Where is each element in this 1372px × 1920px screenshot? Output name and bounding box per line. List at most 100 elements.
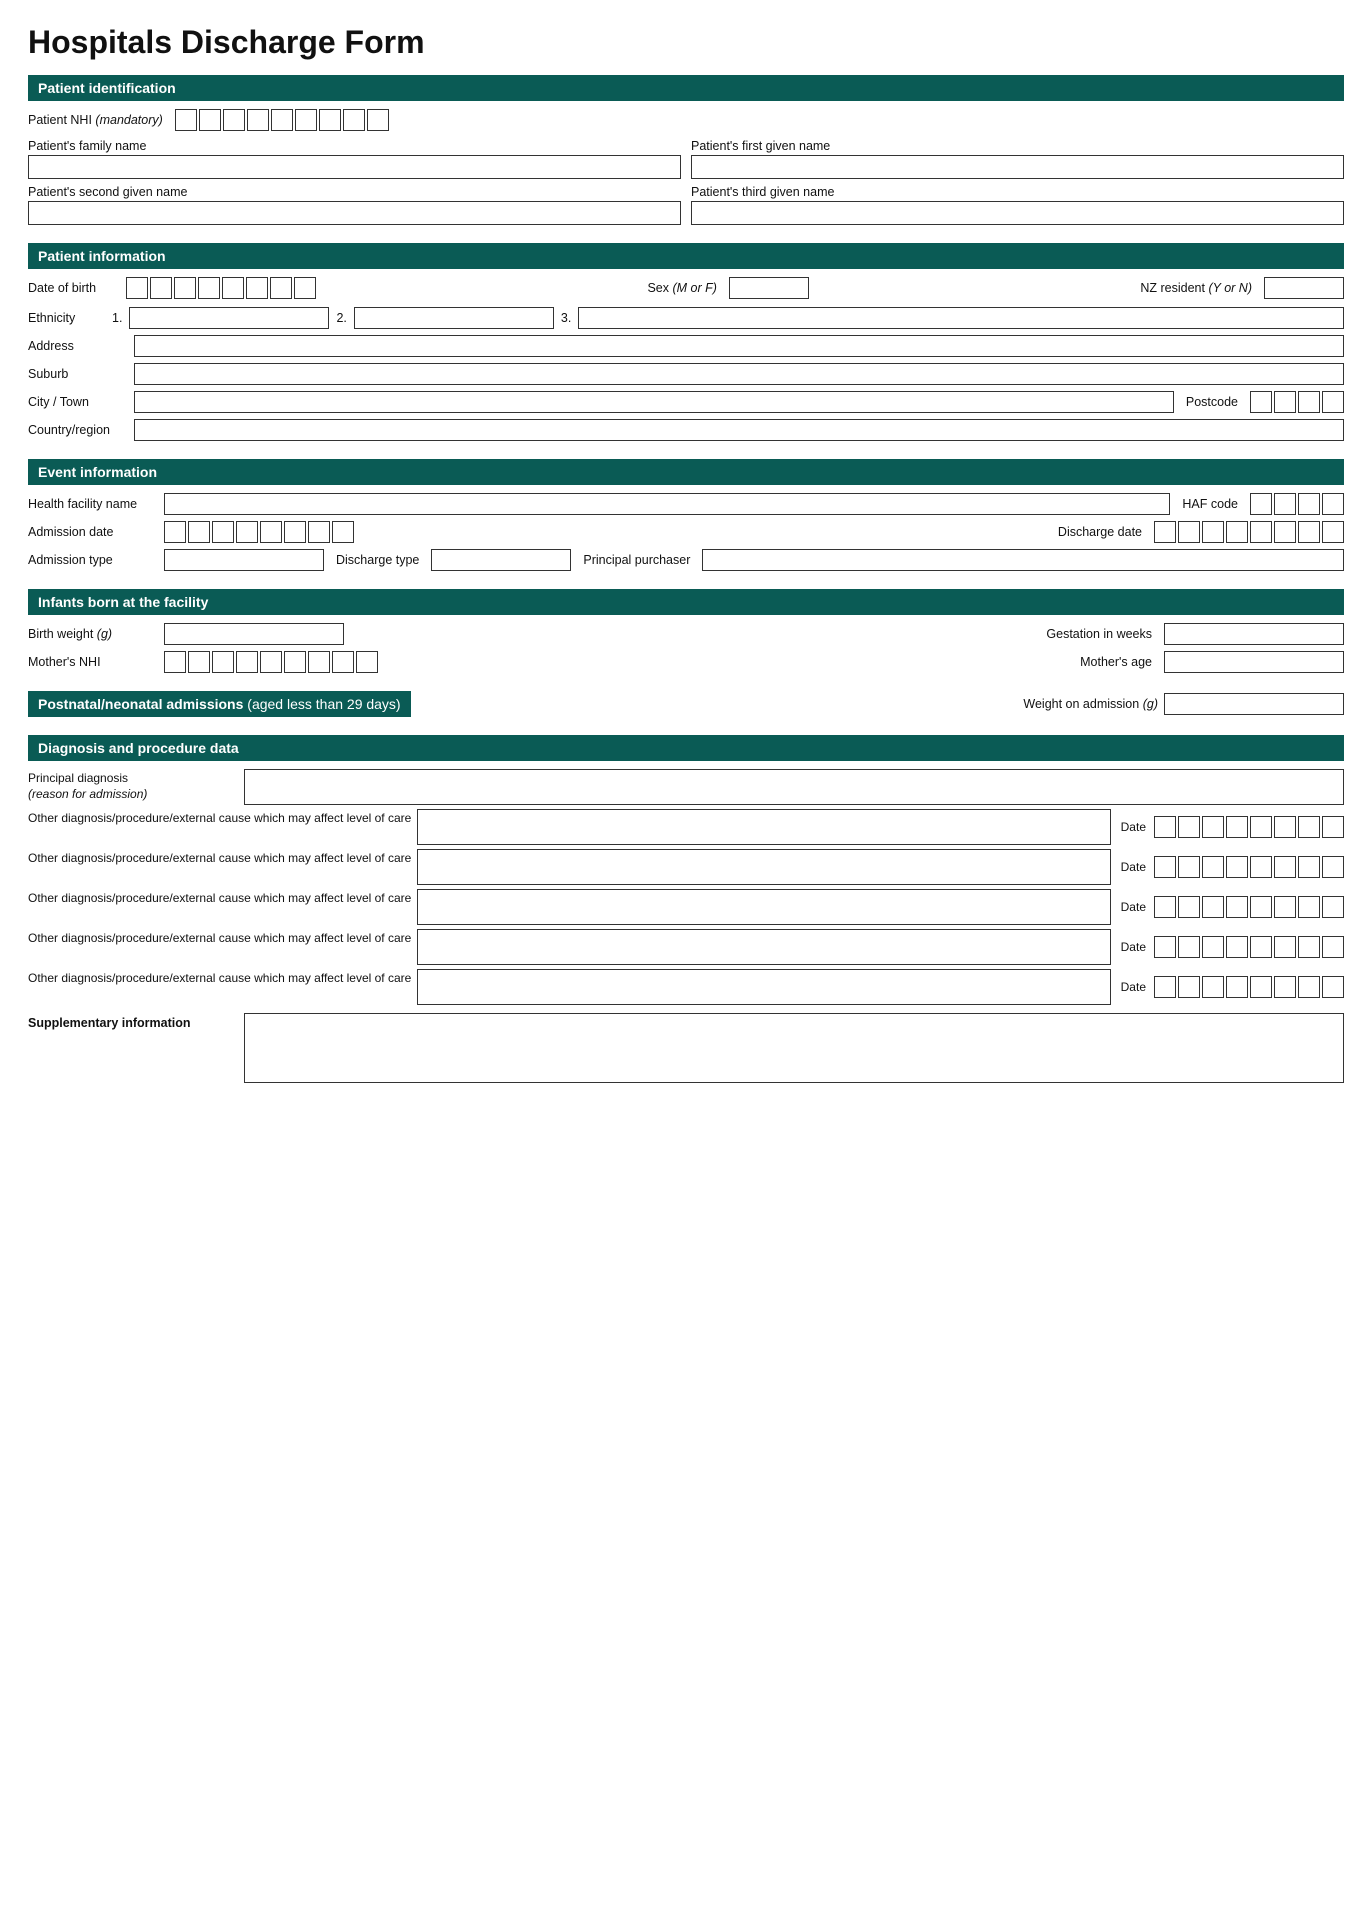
diagnosis-section: Diagnosis and procedure data Principal d… <box>28 735 1344 1083</box>
postcode-label: Postcode <box>1186 395 1238 409</box>
admission-date-boxes <box>164 521 354 543</box>
country-label: Country/region <box>28 423 128 437</box>
third-given-name-field-group: Patient's third given name <box>691 185 1344 225</box>
ethnicity-2-input[interactable] <box>354 307 554 329</box>
postnatal-section: Postnatal/neonatal admissions (aged less… <box>28 691 1344 717</box>
address-label: Address <box>28 339 128 353</box>
facility-name-input[interactable] <box>164 493 1170 515</box>
patient-information-header: Patient information <box>28 243 1344 269</box>
supplementary-row: Supplementary information <box>28 1013 1344 1083</box>
second-given-name-label: Patient's second given name <box>28 185 681 199</box>
other-diagnosis-input-5[interactable] <box>417 969 1110 1005</box>
nhi-box-8[interactable] <box>343 109 365 131</box>
other-diagnosis-label-3: Other diagnosis/procedure/external cause… <box>28 889 411 925</box>
nhi-box-6[interactable] <box>295 109 317 131</box>
facility-name-label: Health facility name <box>28 497 158 511</box>
birth-weight-row: Birth weight (g) Gestation in weeks <box>28 623 1344 645</box>
other-diagnosis-row-4: Other diagnosis/procedure/external cause… <box>28 929 1344 965</box>
first-given-name-input[interactable] <box>691 155 1344 179</box>
ethnicity-3-input[interactable] <box>578 307 1344 329</box>
ethnicity-1-input[interactable] <box>129 307 329 329</box>
city-label: City / Town <box>28 395 128 409</box>
principal-purchaser-label: Principal purchaser <box>583 553 690 567</box>
second-given-name-input[interactable] <box>28 201 681 225</box>
address-row: Address <box>28 335 1344 357</box>
ethnicity-2-label: 2. <box>336 311 346 325</box>
gestation-input[interactable] <box>1164 623 1344 645</box>
mothers-nhi-label: Mother's NHI <box>28 655 158 669</box>
ethnicity-label: Ethnicity <box>28 311 108 325</box>
suburb-label: Suburb <box>28 367 128 381</box>
other-diagnosis-row-2: Other diagnosis/procedure/external cause… <box>28 849 1344 885</box>
suburb-row: Suburb <box>28 363 1344 385</box>
other-diagnosis-date-group-5: Date <box>1117 969 1344 1005</box>
event-information-section: Event information Health facility name H… <box>28 459 1344 571</box>
other-diagnosis-input-3[interactable] <box>417 889 1110 925</box>
admission-date-label: Admission date <box>28 525 158 539</box>
discharge-type-input[interactable] <box>431 549 571 571</box>
admission-date-row: Admission date Discharge date <box>28 521 1344 543</box>
mothers-age-input[interactable] <box>1164 651 1344 673</box>
other-diagnosis-date-group-2: Date <box>1117 849 1344 885</box>
nhi-box-9[interactable] <box>367 109 389 131</box>
postnatal-header: Postnatal/neonatal admissions (aged less… <box>28 691 411 717</box>
second-given-name-field-group: Patient's second given name <box>28 185 681 225</box>
third-given-name-input[interactable] <box>691 201 1344 225</box>
page-title: Hospitals Discharge Form <box>28 24 1344 61</box>
birth-weight-input[interactable] <box>164 623 344 645</box>
other-diagnosis-date-group-3: Date <box>1117 889 1344 925</box>
nhi-boxes <box>175 109 389 131</box>
principal-diagnosis-label: Principal diagnosis (reason for admissio… <box>28 769 238 805</box>
gestation-label: Gestation in weeks <box>1046 627 1152 641</box>
principal-diagnosis-row: Principal diagnosis (reason for admissio… <box>28 769 1344 805</box>
sex-input[interactable] <box>729 277 809 299</box>
principal-purchaser-input[interactable] <box>702 549 1344 571</box>
other-diagnosis-label-5: Other diagnosis/procedure/external cause… <box>28 969 411 1005</box>
weight-on-admission-label: Weight on admission (g) <box>1023 697 1158 711</box>
event-information-header: Event information <box>28 459 1344 485</box>
patient-identification-header: Patient identification <box>28 75 1344 101</box>
family-name-label: Patient's family name <box>28 139 681 153</box>
birth-weight-label: Birth weight (g) <box>28 627 158 641</box>
admission-type-input[interactable] <box>164 549 324 571</box>
other-diagnosis-row-3: Other diagnosis/procedure/external cause… <box>28 889 1344 925</box>
dob-label: Date of birth <box>28 281 118 295</box>
other-diagnosis-label-2: Other diagnosis/procedure/external cause… <box>28 849 411 885</box>
other-diagnosis-date-group-1: Date <box>1117 809 1344 845</box>
address-input[interactable] <box>134 335 1344 357</box>
nhi-box-1[interactable] <box>175 109 197 131</box>
nhi-box-3[interactable] <box>223 109 245 131</box>
discharge-type-label: Discharge type <box>336 553 419 567</box>
first-given-name-field-group: Patient's first given name <box>691 139 1344 179</box>
ethnicity-1-label: 1. <box>112 311 122 325</box>
weight-on-admission-input[interactable] <box>1164 693 1344 715</box>
diagnosis-header: Diagnosis and procedure data <box>28 735 1344 761</box>
other-diagnosis-input-1[interactable] <box>417 809 1110 845</box>
patient-identification-section: Patient identification Patient NHI (mand… <box>28 75 1344 225</box>
family-name-input[interactable] <box>28 155 681 179</box>
other-diagnosis-input-4[interactable] <box>417 929 1110 965</box>
sex-label: Sex (M or F) <box>647 281 716 295</box>
city-input[interactable] <box>134 391 1174 413</box>
nz-resident-input[interactable] <box>1264 277 1344 299</box>
country-input[interactable] <box>134 419 1344 441</box>
nhi-box-7[interactable] <box>319 109 341 131</box>
mothers-age-label: Mother's age <box>1080 655 1152 669</box>
facility-row: Health facility name HAF code <box>28 493 1344 515</box>
mothers-nhi-boxes <box>164 651 378 673</box>
city-row: City / Town Postcode <box>28 391 1344 413</box>
other-diagnosis-input-2[interactable] <box>417 849 1110 885</box>
supplementary-input[interactable] <box>244 1013 1344 1083</box>
infants-born-header: Infants born at the facility <box>28 589 1344 615</box>
country-row: Country/region <box>28 419 1344 441</box>
nz-resident-label: NZ resident (Y or N) <box>1140 281 1252 295</box>
nhi-label: Patient NHI (mandatory) <box>28 113 163 127</box>
patient-information-section: Patient information Date of birth Sex (M… <box>28 243 1344 441</box>
other-diagnosis-label-4: Other diagnosis/procedure/external cause… <box>28 929 411 965</box>
nhi-box-2[interactable] <box>199 109 221 131</box>
nhi-box-4[interactable] <box>247 109 269 131</box>
suburb-input[interactable] <box>134 363 1344 385</box>
nhi-box-5[interactable] <box>271 109 293 131</box>
other-diagnosis-row-5: Other diagnosis/procedure/external cause… <box>28 969 1344 1005</box>
principal-diagnosis-input[interactable] <box>244 769 1344 805</box>
